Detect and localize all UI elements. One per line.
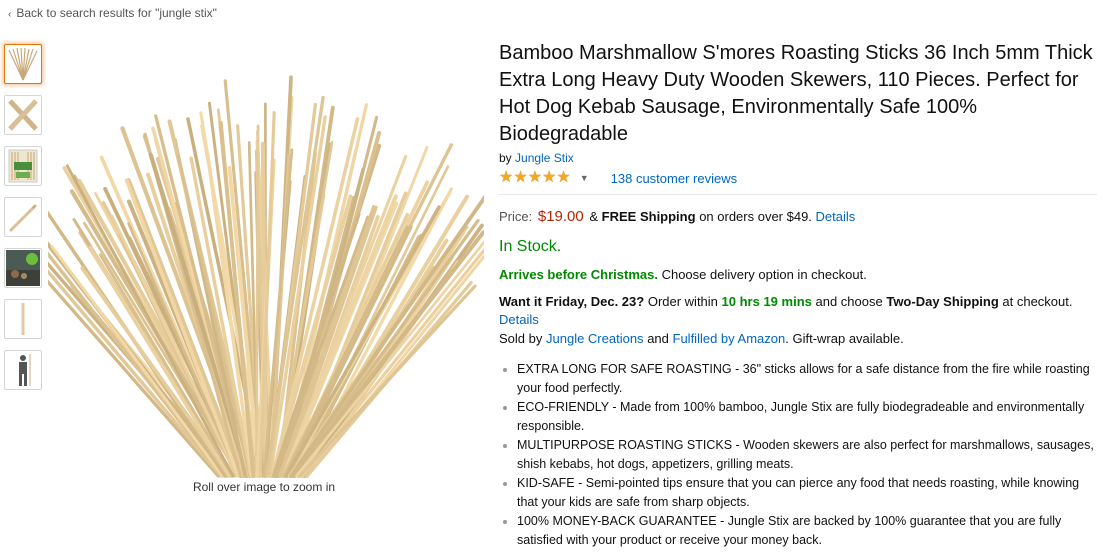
want-mid: Order within bbox=[647, 294, 718, 309]
seller-link[interactable]: Jungle Creations bbox=[546, 331, 644, 346]
thumbnail-campfire-scene[interactable] bbox=[4, 248, 42, 288]
star-icon: ★ bbox=[527, 169, 543, 186]
byline: by Jungle Stix bbox=[499, 151, 1099, 165]
feature-bullet: ECO-FRIENDLY - Made from 100% bamboo, Ju… bbox=[517, 398, 1099, 436]
breadcrumb-label[interactable]: Back to search results for "jungle stix" bbox=[16, 6, 217, 20]
sold-and: and bbox=[647, 331, 669, 346]
zoom-hint: Roll over image to zoom in bbox=[192, 480, 336, 494]
feature-bullet: 100% MONEY-BACK GUARANTEE - Jungle Stix … bbox=[517, 512, 1099, 550]
star-icon: ★ bbox=[542, 169, 557, 186]
sold-by-prefix: Sold by bbox=[499, 331, 543, 346]
arrives-bold: Arrives before Christmas. bbox=[499, 267, 658, 282]
thumbnail-sticks-bundle[interactable] bbox=[4, 44, 42, 84]
thumbnail-person-silhouette[interactable] bbox=[4, 350, 42, 390]
two-day-shipping: Two-Day Shipping bbox=[886, 294, 999, 309]
sold-by: Sold by Jungle Creations and Fulfilled b… bbox=[499, 330, 1099, 348]
countdown-timer: 10 hrs 19 mins bbox=[721, 294, 812, 309]
thumbnail-package[interactable] bbox=[4, 146, 42, 186]
chevron-down-icon[interactable]: ▼ bbox=[580, 173, 589, 183]
arrival-info: Arrives before Christmas. Choose deliver… bbox=[499, 267, 1099, 282]
thumbnail-single-stick[interactable] bbox=[4, 197, 42, 237]
main-product-image[interactable] bbox=[4, 48, 517, 480]
want-it-date: Want it Friday, Dec. 23? bbox=[499, 294, 645, 309]
shipping-details-link[interactable]: Details bbox=[816, 209, 856, 224]
thumbnail-list bbox=[4, 44, 46, 401]
reviews-link[interactable]: 138 customer reviews bbox=[611, 171, 737, 186]
brand-link[interactable]: Jungle Stix bbox=[515, 151, 574, 165]
rating-row: ★ ★ ★ ★ ★ ▼ 138 customer reviews bbox=[499, 169, 1099, 187]
star-icon: ★ bbox=[556, 169, 571, 186]
price-label: Price: bbox=[499, 209, 533, 224]
feature-bullet: EXTRA LONG FOR SAFE ROASTING - 36" stick… bbox=[517, 360, 1099, 398]
chevron-left-icon: ‹ bbox=[8, 9, 12, 20]
thumbnail-crossed-sticks[interactable] bbox=[4, 95, 42, 135]
arrives-rest: Choose delivery option in checkout. bbox=[661, 267, 867, 282]
thumbnail-stick-vertical[interactable] bbox=[4, 299, 42, 339]
feature-bullets: EXTRA LONG FOR SAFE ROASTING - 36" stick… bbox=[499, 360, 1099, 550]
gift-wrap-text: . Gift-wrap available. bbox=[785, 331, 904, 346]
product-details: Bamboo Marshmallow S'mores Roasting Stic… bbox=[499, 40, 1099, 550]
breadcrumb[interactable]: ‹ Back to search results for "jungle stix… bbox=[8, 6, 217, 20]
star-rating[interactable]: ★ ★ ★ ★ ★ bbox=[499, 170, 571, 186]
byline-prefix: by bbox=[499, 151, 512, 165]
bamboo-stick bbox=[255, 124, 260, 478]
shipping-amp: & bbox=[589, 209, 599, 224]
price-row: Price: $19.00 & FREE Shipping on orders … bbox=[499, 208, 1099, 225]
product-title: Bamboo Marshmallow S'mores Roasting Stic… bbox=[499, 42, 1093, 145]
free-shipping: FREE Shipping bbox=[601, 209, 696, 224]
fulfilled-by-amazon-link[interactable]: Fulfilled by Amazon bbox=[673, 331, 786, 346]
feature-bullet: KID-SAFE - Semi-pointed tips ensure that… bbox=[517, 474, 1099, 512]
stock-status: In Stock. bbox=[499, 238, 562, 255]
price-value: $19.00 bbox=[537, 208, 584, 225]
want-and: and choose bbox=[815, 294, 883, 309]
feature-bullet: MULTIPURPOSE ROASTING STICKS - Wooden sk… bbox=[517, 436, 1099, 474]
delivery-details-link[interactable]: Details bbox=[499, 312, 539, 327]
star-icon: ★ bbox=[499, 169, 514, 186]
want-end: at checkout. bbox=[1002, 294, 1073, 309]
shipping-suffix: on orders over $49. bbox=[699, 209, 812, 224]
divider bbox=[499, 194, 1097, 195]
star-icon: ★ bbox=[513, 169, 528, 186]
delivery-promise: Want it Friday, Dec. 23? Order within 10… bbox=[499, 293, 1099, 329]
